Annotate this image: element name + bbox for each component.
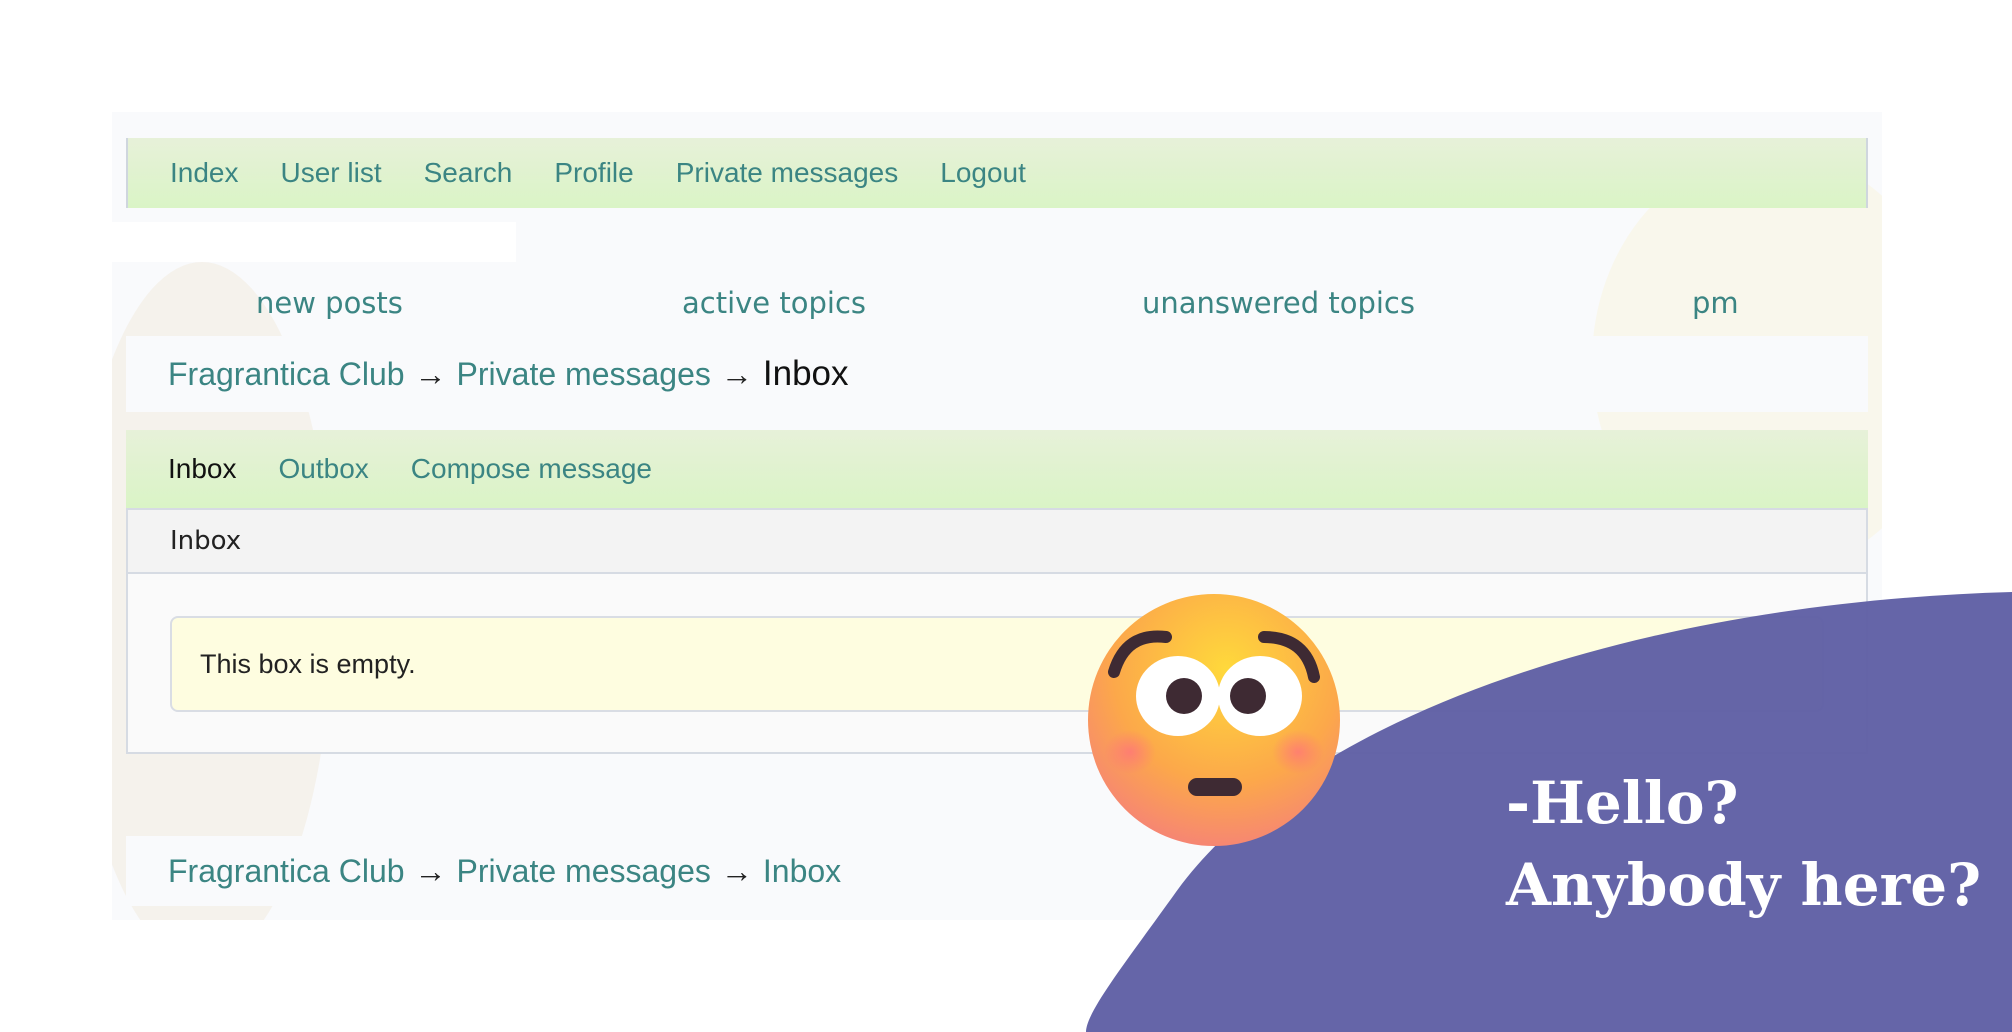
banner-line-2: Anybody here? bbox=[1506, 851, 1982, 919]
breadcrumb-separator: → bbox=[720, 852, 753, 889]
breadcrumb-separator: → bbox=[414, 852, 447, 889]
nav-profile[interactable]: Profile bbox=[554, 157, 633, 189]
link-active-topics[interactable]: active topics bbox=[682, 286, 866, 320]
breadcrumb-private-messages[interactable]: Private messages bbox=[457, 356, 711, 393]
inbox-heading: Inbox bbox=[128, 510, 1866, 574]
nav-user-list[interactable]: User list bbox=[281, 157, 382, 189]
breadcrumb-forum[interactable]: Fragrantica Club bbox=[168, 356, 405, 393]
tab-inbox[interactable]: Inbox bbox=[168, 453, 237, 485]
tab-outbox[interactable]: Outbox bbox=[279, 453, 369, 485]
nav-index[interactable]: Index bbox=[170, 157, 239, 189]
link-pm[interactable]: pm bbox=[1692, 286, 1739, 320]
breadcrumb-forum[interactable]: Fragrantica Club bbox=[168, 853, 405, 890]
link-unanswered-topics[interactable]: unanswered topics bbox=[1142, 286, 1415, 320]
pm-tabs: Inbox Outbox Compose message bbox=[126, 430, 1868, 508]
flushed-face-icon bbox=[1088, 594, 1340, 846]
banner-line-1: -Hello? bbox=[1506, 769, 1739, 837]
breadcrumb: Fragrantica Club → Private messages → In… bbox=[126, 336, 1868, 412]
breadcrumb-current: Inbox bbox=[762, 354, 849, 393]
breadcrumb-private-messages[interactable]: Private messages bbox=[457, 853, 711, 890]
breadcrumb-inbox[interactable]: Inbox bbox=[763, 853, 841, 890]
empty-message: This box is empty. bbox=[200, 648, 416, 679]
blank-strip bbox=[112, 222, 516, 262]
breadcrumb-separator: → bbox=[720, 355, 753, 392]
link-new-posts[interactable]: new posts bbox=[256, 286, 403, 320]
breadcrumb-separator: → bbox=[414, 355, 447, 392]
banner-text: -Hello? Anybody here? bbox=[1506, 762, 1981, 926]
tab-compose-message[interactable]: Compose message bbox=[411, 453, 652, 485]
nav-private-messages[interactable]: Private messages bbox=[676, 157, 899, 189]
nav-search[interactable]: Search bbox=[424, 157, 513, 189]
nav-logout[interactable]: Logout bbox=[940, 157, 1026, 189]
main-nav: Index User list Search Profile Private m… bbox=[126, 138, 1868, 208]
overlay-banner: -Hello? Anybody here? bbox=[1086, 592, 2012, 1032]
